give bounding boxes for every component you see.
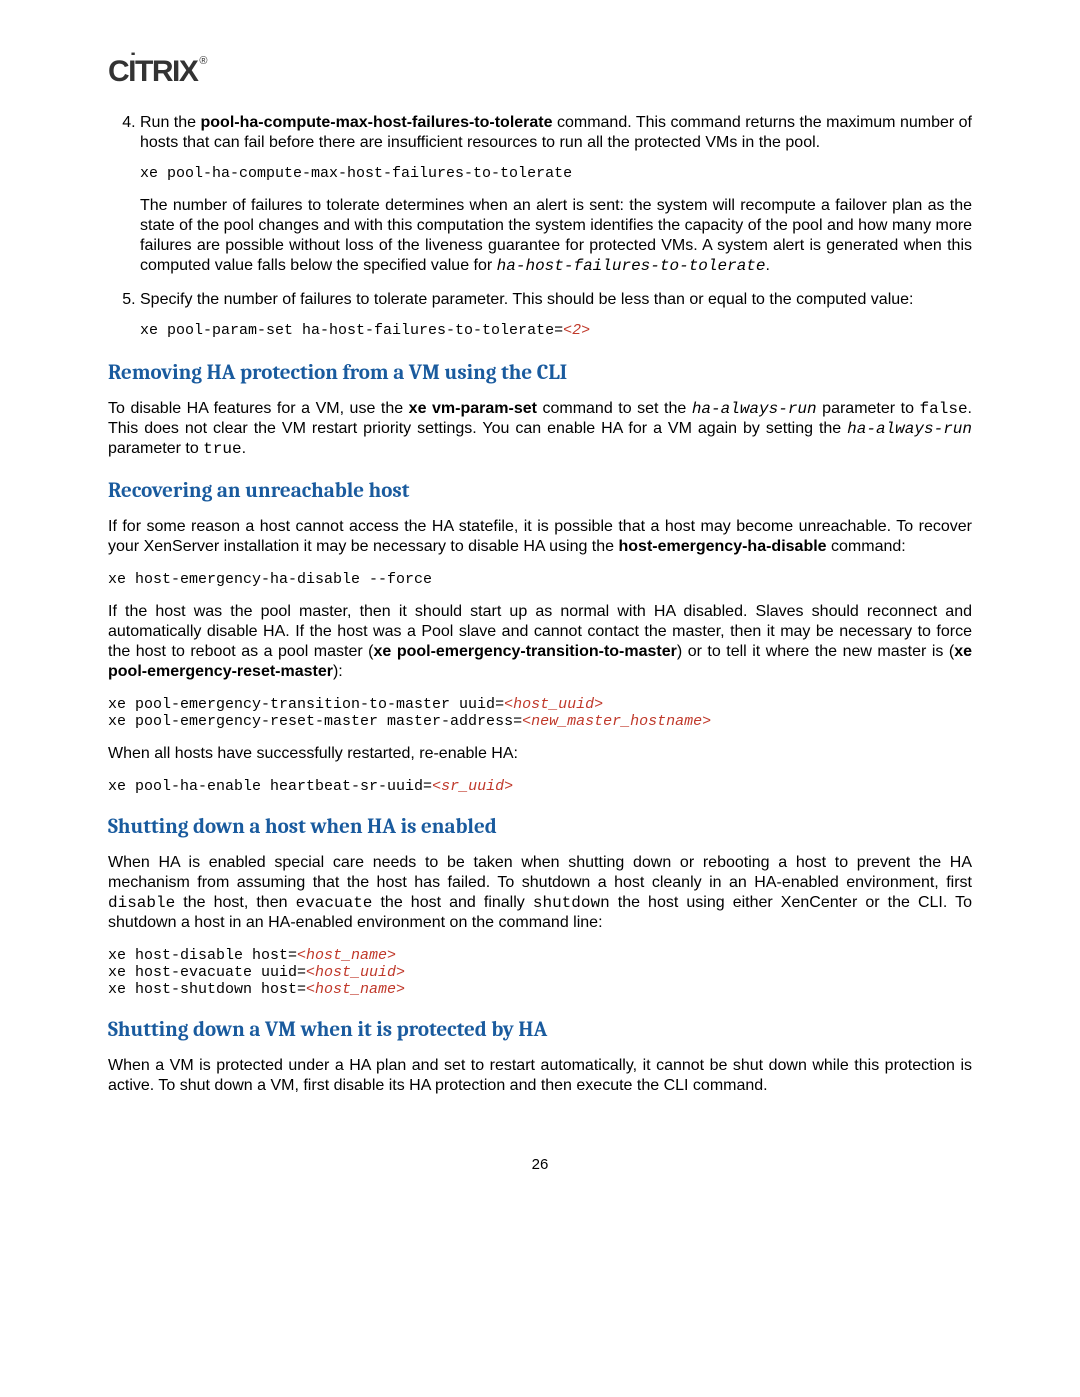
text: ): [333,663,343,680]
param: ha-always-run [692,400,817,418]
code-block: xe pool-emergency-transition-to-master u… [108,696,972,730]
sec2-p3: When all hosts have successfully restart… [108,744,972,764]
step-4: Run the pool-ha-compute-max-host-failure… [140,113,972,276]
sec1-p1: To disable HA features for a VM, use the… [108,399,972,459]
code-block: xe host-disable host=<host_name> xe host… [108,947,972,998]
heading-shutting-host: Shutting down a host when HA is enabled [108,815,972,839]
citrix-logo: CI˙TRIX® [108,55,972,89]
code-block: xe pool-ha-compute-max-host-failures-to-… [140,165,972,184]
code: xe host-shutdown host= [108,981,306,998]
logo-reg: ® [199,55,206,67]
placeholder: <host_name> [297,947,396,964]
sec2-p2: If the host was the pool master, then it… [108,602,972,682]
text: command to set the [537,400,692,417]
cmd: shutdown [533,894,610,912]
param: ha-always-run [847,420,972,438]
heading-removing-ha: Removing HA protection from a VM using t… [108,361,972,385]
placeholder: <2> [563,322,590,339]
cmd: disable [108,894,175,912]
page: CI˙TRIX® Run the pool-ha-compute-max-hos… [0,0,1080,1233]
code: xe pool-emergency-transition-to-master u… [108,696,504,713]
cmd-bold: pool-ha-compute-max-host-failures-to-tol… [201,114,553,131]
text: To disable HA features for a VM, use the [108,400,409,417]
text: Run the [140,114,201,131]
step4-text: Run the pool-ha-compute-max-host-failure… [140,113,972,153]
value: false [920,400,968,418]
placeholder: <new_master_hostname> [522,713,711,730]
text: parameter to [817,400,920,417]
text: ) or to tell it where the new master is … [677,643,954,660]
step5-text: Specify the number of failures to tolera… [140,290,972,310]
heading-recovering: Recovering an unreachable host [108,479,972,503]
step-5: Specify the number of failures to tolera… [140,290,972,341]
sec4-p1: When a VM is protected under a HA plan a… [108,1056,972,1096]
sec3-p1: When HA is enabled special care needs to… [108,853,972,933]
text: When HA is enabled special care needs to… [108,854,972,891]
text: command: [827,538,906,555]
placeholder: <sr_uuid> [432,778,513,795]
value: true [203,440,241,458]
code-block: xe pool-ha-enable heartbeat-sr-uuid=<sr_… [108,778,972,795]
text: . [242,440,246,457]
code: xe host-disable host= [108,947,297,964]
code: xe pool-emergency-reset-master master-ad… [108,713,522,730]
cmd: evacuate [296,894,373,912]
step-list: Run the pool-ha-compute-max-host-failure… [108,113,972,341]
cmd-bold: xe pool-emergency-transition-to-master [374,643,677,660]
code: xe pool-param-set ha-host-failures-to-to… [140,322,563,339]
placeholder: <host_uuid> [306,964,405,981]
cmd-bold: xe vm-param-set [409,400,537,417]
text: the host and finally [372,894,532,911]
code-block: xe pool-param-set ha-host-failures-to-to… [140,322,972,341]
code: xe pool-ha-enable heartbeat-sr-uuid= [108,778,432,795]
code: xe host-evacuate uuid= [108,964,306,981]
text: the host, then [175,894,295,911]
placeholder: <host_uuid> [504,696,603,713]
text: . [766,257,770,274]
logo-text: CI˙TRIX [108,55,197,88]
param: ha-host-failures-to-tolerate [497,257,766,275]
sec2-p1: If for some reason a host cannot access … [108,517,972,557]
page-number: 26 [108,1156,972,1173]
step4-para2: The number of failures to tolerate deter… [140,196,972,276]
code-block: xe host-emergency-ha-disable --force [108,571,972,588]
text: parameter to [108,440,203,457]
placeholder: <host_name> [306,981,405,998]
cmd-bold: host-emergency-ha-disable [619,538,827,555]
heading-shutting-vm: Shutting down a VM when it is protected … [108,1018,972,1042]
